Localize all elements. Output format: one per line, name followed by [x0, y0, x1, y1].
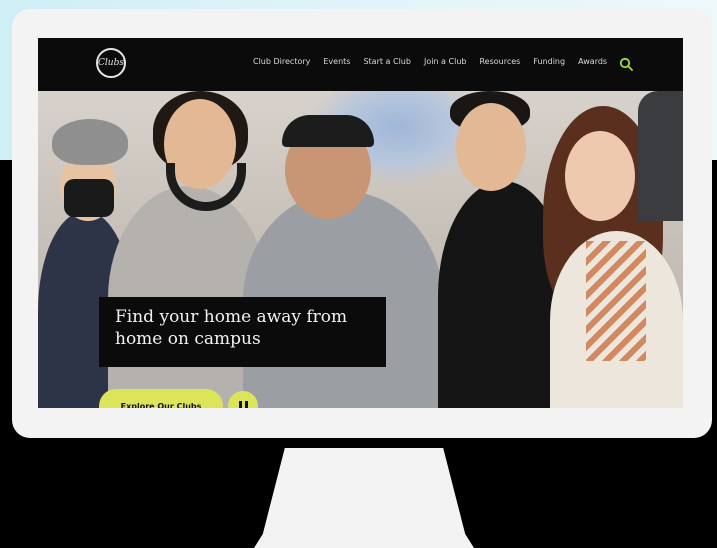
pause-icon	[238, 401, 242, 408]
monitor-screen: Find your home away from home on campus …	[38, 38, 683, 408]
nav-item-join-a-club[interactable]: Join a Club	[424, 57, 467, 66]
nav-item-events[interactable]: Events	[323, 57, 350, 66]
monitor-stand	[254, 448, 474, 548]
explore-clubs-button[interactable]: Explore Our Clubs	[99, 389, 223, 408]
person-1-beanie	[52, 119, 128, 165]
person-6	[638, 91, 683, 221]
mask-icon	[64, 179, 114, 217]
person-4-head	[456, 103, 526, 191]
hero-headline: Find your home away from home on campus	[99, 297, 386, 367]
logo-text: Clubs	[98, 58, 124, 68]
nav-item-awards[interactable]: Awards	[578, 57, 607, 66]
nav-menu: Club Directory Events Start a Club Join …	[253, 57, 607, 66]
top-navigation: Clubs Club Directory Events Start a Club…	[38, 38, 683, 91]
hero-photo: Find your home away from home on campus …	[38, 91, 683, 408]
nav-item-funding[interactable]: Funding	[533, 57, 565, 66]
monitor-frame: Find your home away from home on campus …	[12, 9, 712, 438]
search-icon[interactable]	[619, 57, 633, 71]
sweater-pattern	[586, 241, 646, 361]
person-5-head	[565, 131, 635, 221]
cap-icon	[282, 115, 374, 147]
nav-item-club-directory[interactable]: Club Directory	[253, 57, 310, 66]
club-logo[interactable]: Clubs	[96, 48, 126, 78]
nav-item-start-a-club[interactable]: Start a Club	[363, 57, 411, 66]
hero-headline-line2: home on campus	[115, 329, 261, 349]
hero-headline-line1: Find your home away from	[115, 307, 348, 327]
nav-item-resources[interactable]: Resources	[479, 57, 520, 66]
